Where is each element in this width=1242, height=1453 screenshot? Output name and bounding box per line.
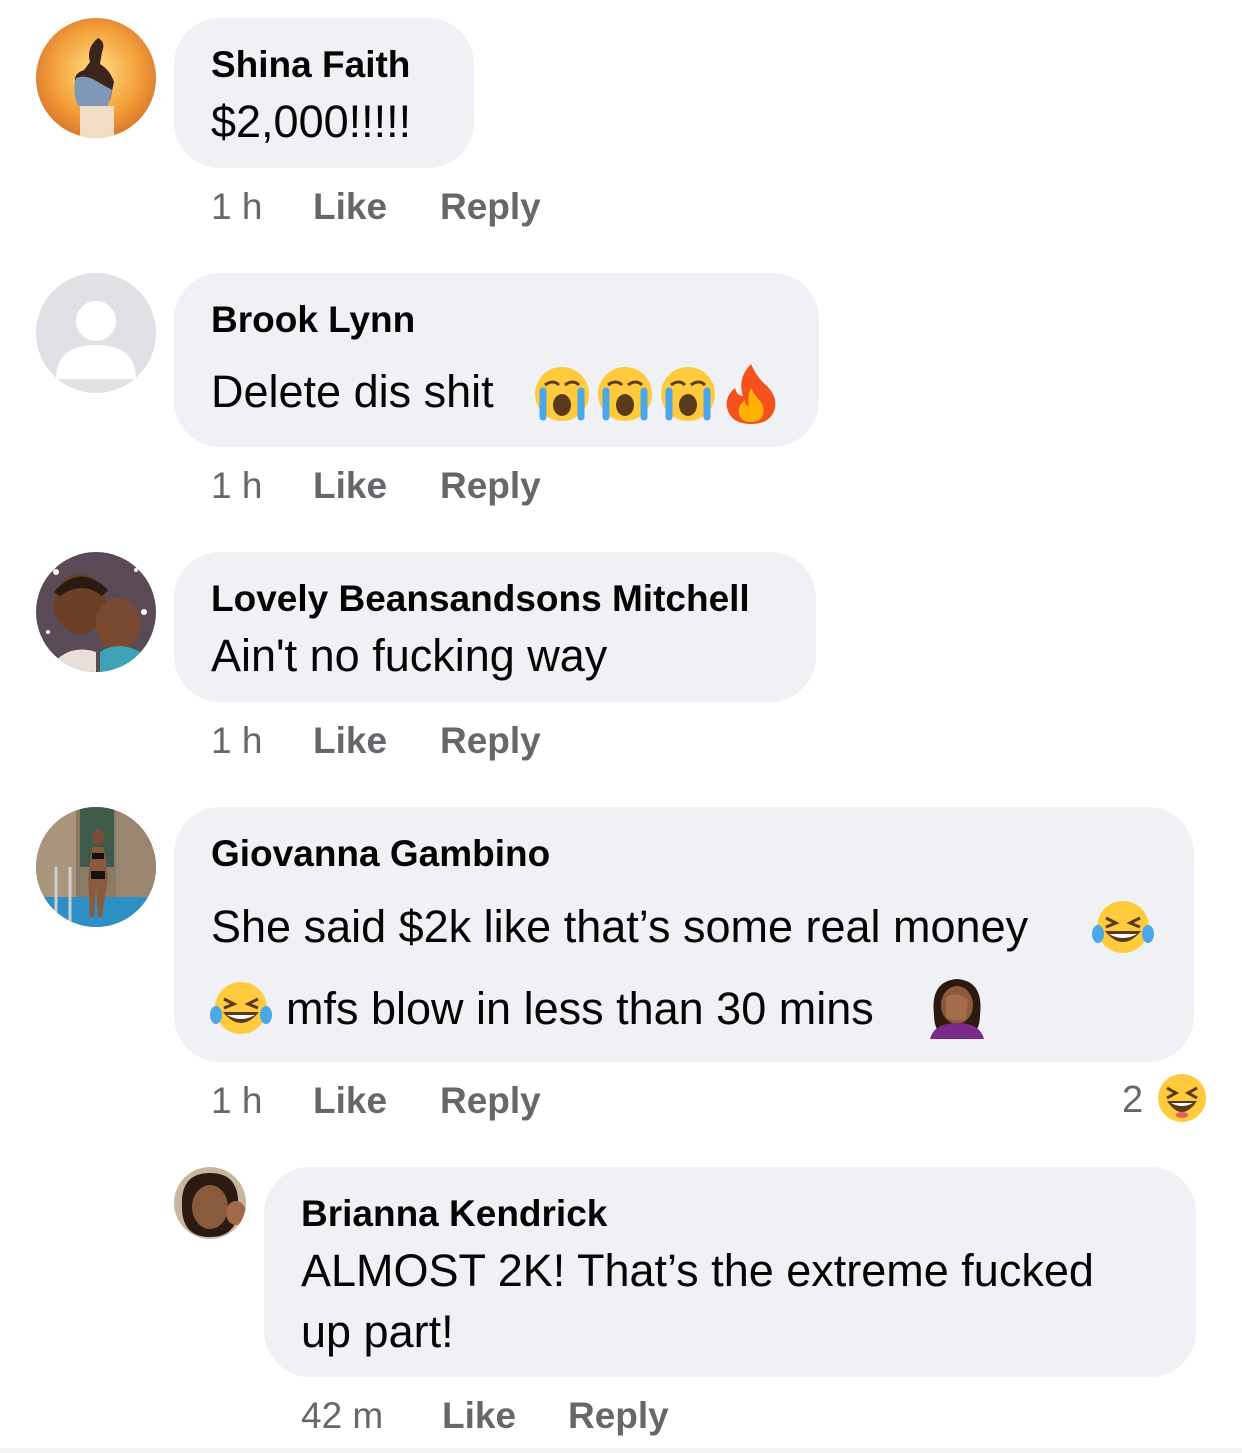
comment-text: $2,000!!!!!: [211, 96, 412, 147]
comment-author[interactable]: Brook Lynn: [211, 299, 415, 341]
comment-text-line-1: She said $2k like that’s some real money: [211, 901, 1029, 952]
comment-author[interactable]: Giovanna Gambino: [211, 833, 550, 875]
like-button[interactable]: Like: [313, 720, 387, 762]
comment-text: Ain't no fucking way: [211, 630, 608, 681]
avatar[interactable]: [36, 273, 156, 393]
avatar[interactable]: [36, 807, 156, 927]
tears-of-joy-icon: [1092, 898, 1154, 956]
comment-author[interactable]: Shina Faith: [211, 44, 410, 86]
reply-button[interactable]: Reply: [440, 186, 541, 228]
like-button[interactable]: Like: [313, 1080, 387, 1122]
like-button[interactable]: Like: [313, 186, 387, 228]
comment-timestamp[interactable]: 1 h: [211, 465, 262, 507]
comment-author[interactable]: Lovely Beansandsons Mitchell: [211, 578, 750, 620]
facepalm-icon: [926, 975, 988, 1039]
reply-button[interactable]: Reply: [440, 465, 541, 507]
loudly-crying-face-icon: [533, 365, 591, 423]
comment-timestamp[interactable]: 1 h: [211, 186, 262, 228]
comment-timestamp[interactable]: 1 h: [211, 720, 262, 762]
like-button[interactable]: Like: [442, 1395, 516, 1437]
fire-icon: [724, 362, 778, 424]
reply-button[interactable]: Reply: [440, 720, 541, 762]
divider: [0, 1448, 1242, 1453]
reaction-count[interactable]: 2: [1122, 1079, 1143, 1122]
avatar[interactable]: [174, 1167, 246, 1239]
comment-text-line-2: mfs blow in less than 30 mins: [286, 983, 874, 1034]
comment-timestamp[interactable]: 42 m: [301, 1395, 383, 1437]
loudly-crying-face-icon: [596, 365, 654, 423]
avatar[interactable]: [36, 18, 156, 138]
laughing-squinting-face-icon[interactable]: [1157, 1073, 1207, 1123]
avatar[interactable]: [36, 552, 156, 672]
tears-of-joy-icon: [210, 979, 272, 1037]
comment-text-body: Delete dis shit: [211, 366, 494, 417]
comment-text: Delete dis shit: [211, 366, 494, 418]
comment-text-line-2: up part!: [301, 1306, 454, 1357]
comment-timestamp[interactable]: 1 h: [211, 1080, 262, 1122]
like-button[interactable]: Like: [313, 465, 387, 507]
reply-button[interactable]: Reply: [568, 1395, 669, 1437]
reply-button[interactable]: Reply: [440, 1080, 541, 1122]
loudly-crying-face-icon: [659, 365, 717, 423]
comment-text-line-1: ALMOST 2K! That’s the extreme fucked: [301, 1245, 1094, 1296]
comment-author[interactable]: Brianna Kendrick: [301, 1193, 607, 1235]
